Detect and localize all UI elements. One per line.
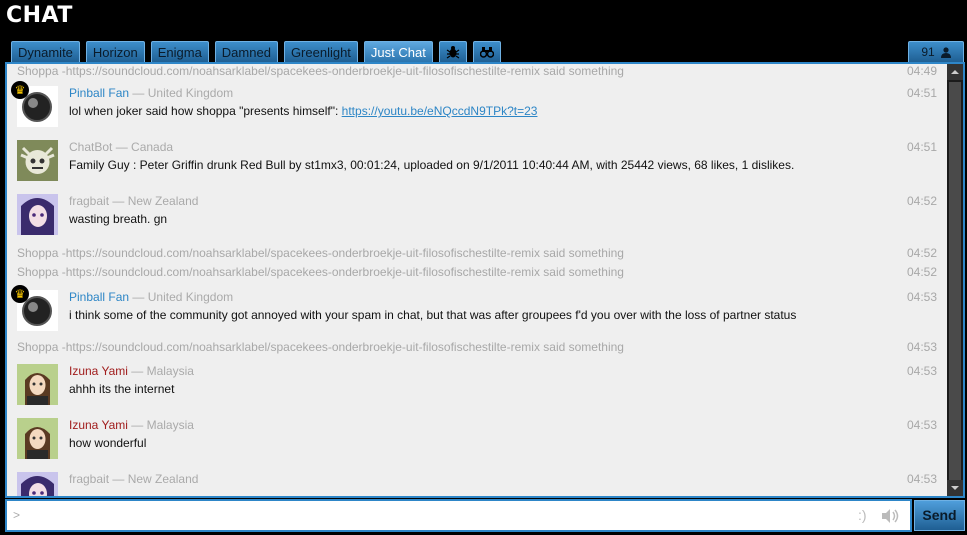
send-button[interactable]: Send: [914, 500, 965, 531]
message-text: i think some of the community got annoye…: [69, 308, 797, 322]
username[interactable]: fragbait: [69, 194, 109, 208]
scrollbar[interactable]: [947, 64, 963, 496]
system-message: Shoppa -https://soundcloud.com/noahsarkl…: [17, 64, 937, 78]
tab-dynamite[interactable]: Dynamite: [11, 41, 80, 62]
sound-icon[interactable]: [880, 508, 900, 529]
scroll-up-arrow[interactable]: [947, 64, 963, 80]
message-time: 04:53: [906, 340, 937, 354]
avatar[interactable]: [17, 194, 58, 235]
username[interactable]: fragbait: [69, 472, 109, 486]
message-time: 04:53: [906, 290, 937, 304]
system-message: Shoppa -https://soundcloud.com/noahsarkl…: [17, 265, 937, 279]
crown-icon: ♛: [11, 285, 29, 303]
avatar[interactable]: ♛: [11, 81, 58, 127]
user-location: — Malaysia: [131, 418, 194, 432]
tab-enigma[interactable]: Enigma: [150, 41, 209, 62]
crown-icon: ♛: [11, 81, 29, 99]
message-text: ahhh its the internet: [69, 382, 175, 396]
tab-horizon[interactable]: Horizon: [85, 41, 145, 62]
user-location: — United Kingdom: [132, 86, 234, 100]
username[interactable]: ChatBot: [69, 140, 112, 154]
message-time: 04:52: [906, 246, 937, 260]
bug-icon[interactable]: [438, 41, 467, 62]
message-text: wasting breath. gn: [69, 212, 168, 226]
avatar[interactable]: [17, 140, 58, 181]
tab-just-chat[interactable]: Just Chat: [363, 41, 433, 62]
user-location: — Malaysia: [131, 364, 194, 378]
username[interactable]: Izuna Yami: [69, 418, 128, 432]
system-message: Shoppa -https://soundcloud.com/noahsarkl…: [17, 340, 937, 354]
tab-greenlight[interactable]: Greenlight: [283, 41, 358, 62]
username[interactable]: Pinball Fan: [69, 290, 129, 304]
message-list: Shoppa -https://soundcloud.com/noahsarkl…: [7, 64, 947, 496]
username[interactable]: Izuna Yami: [69, 364, 128, 378]
chat-panel: Shoppa -https://soundcloud.com/noahsarkl…: [5, 62, 965, 498]
username[interactable]: Pinball Fan: [69, 86, 129, 100]
user-location: — New Zealand: [112, 194, 199, 208]
message-time: 04:52: [906, 194, 937, 208]
user-location: — Canada: [115, 140, 174, 154]
channel-tabs: Dynamite Horizon Enigma Damned Greenligh…: [11, 41, 507, 62]
chat-title: CHAT: [6, 3, 73, 28]
message-time: 04:51: [906, 86, 937, 100]
user-location: — United Kingdom: [132, 290, 234, 304]
system-message: Shoppa -https://soundcloud.com/noahsarkl…: [17, 246, 937, 260]
emoji-button[interactable]: :): [858, 507, 867, 523]
user-location: — New Zealand: [112, 472, 199, 486]
message-input[interactable]: [29, 504, 853, 530]
avatar[interactable]: ♛: [11, 285, 58, 331]
input-prompt: >: [13, 508, 21, 522]
message-text: how wonderful: [69, 436, 147, 450]
online-user-count[interactable]: 91: [908, 41, 964, 62]
message-text: Family Guy : Peter Griffin drunk Red Bul…: [69, 158, 795, 172]
message-time: 04:49: [906, 64, 937, 78]
message-text: lol when joker said how shoppa "presents…: [69, 104, 538, 118]
scroll-thumb[interactable]: [949, 82, 961, 482]
user-count-value: 91: [921, 44, 935, 59]
avatar[interactable]: [17, 364, 58, 405]
youtube-link[interactable]: https://youtu.be/eNQccdN9TPk?t=23: [342, 104, 538, 118]
message-time: 04:51: [906, 140, 937, 154]
binoculars-icon[interactable]: [472, 41, 501, 62]
message-time: 04:53: [906, 472, 937, 486]
avatar[interactable]: [17, 472, 58, 496]
message-input-bar: > :): [5, 499, 912, 532]
message-time: 04:53: [906, 364, 937, 378]
message-time: 04:52: [906, 265, 937, 279]
tab-damned[interactable]: Damned: [214, 41, 278, 62]
avatar[interactable]: [17, 418, 58, 459]
message-time: 04:53: [906, 418, 937, 432]
scroll-down-arrow[interactable]: [947, 480, 963, 496]
user-icon: [940, 46, 951, 58]
